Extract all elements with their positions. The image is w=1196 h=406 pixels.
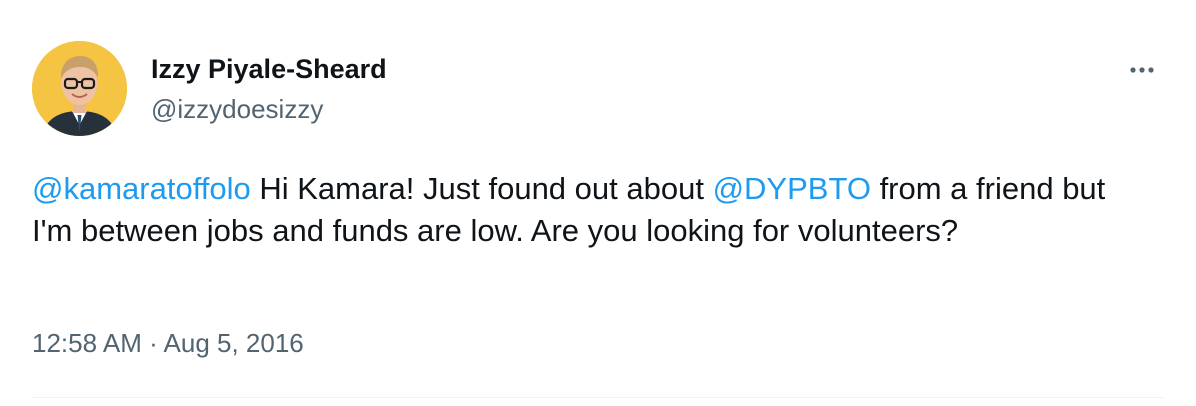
more-horizontal-icon (1130, 67, 1154, 73)
divider (32, 397, 1164, 398)
tweet-timestamp: 12:58 AM · Aug 5, 2016 (32, 326, 304, 360)
timestamp-date[interactable]: Aug 5, 2016 (164, 328, 304, 358)
more-options-button[interactable] (1120, 56, 1164, 84)
author-display-name[interactable]: Izzy Piyale-Sheard (151, 52, 387, 86)
mention-link-dypbto[interactable]: @DYPBTO (713, 171, 871, 206)
tweet-text: @kamaratoffolo Hi Kamara! Just found out… (32, 168, 1152, 252)
avatar-photo-icon (32, 41, 127, 136)
tweet-text-segment: Hi Kamara! Just found out about (250, 171, 713, 206)
tweet-card: Izzy Piyale-Sheard @izzydoesizzy @kamara… (0, 0, 1196, 406)
mention-link-kamaratoffolo[interactable]: @kamaratoffolo (32, 171, 251, 206)
timestamp-time[interactable]: 12:58 AM (32, 328, 142, 358)
author-handle[interactable]: @izzydoesizzy (151, 92, 323, 126)
timestamp-separator: · (141, 328, 164, 358)
author-avatar[interactable] (32, 41, 127, 136)
